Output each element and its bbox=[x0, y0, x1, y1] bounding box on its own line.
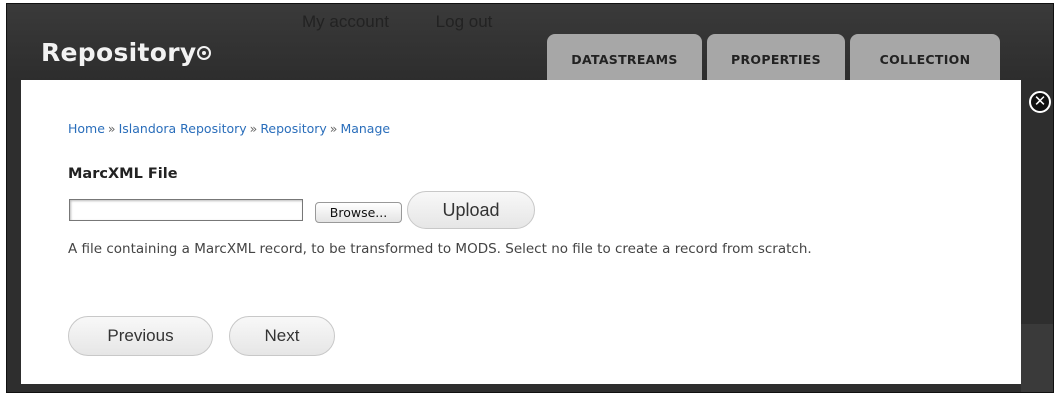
breadcrumb-repository[interactable]: Repository bbox=[260, 121, 326, 136]
field-description: A file containing a MarcXML record, to b… bbox=[68, 241, 812, 257]
site-title[interactable]: Repository bbox=[41, 38, 196, 67]
header-bar: My account Log out Repository DATASTREAM… bbox=[7, 4, 1053, 80]
add-circle-icon[interactable] bbox=[197, 46, 211, 60]
marcxml-file-label: MarcXML File bbox=[68, 166, 178, 182]
user-links: My account Log out bbox=[302, 12, 534, 32]
overlay-frame: My account Log out Repository DATASTREAM… bbox=[6, 3, 1054, 393]
my-account-link[interactable]: My account bbox=[302, 12, 389, 31]
tab-bar: DATASTREAMS PROPERTIES COLLECTION bbox=[547, 34, 1000, 80]
breadcrumb-separator: » bbox=[329, 121, 338, 136]
tab-datastreams[interactable]: DATASTREAMS bbox=[547, 34, 702, 80]
breadcrumb-separator: » bbox=[249, 121, 258, 136]
file-path-input[interactable] bbox=[69, 199, 303, 221]
background-strip bbox=[1021, 324, 1053, 392]
browse-button[interactable]: Browse... bbox=[315, 202, 402, 223]
close-icon[interactable]: ✕ bbox=[1029, 91, 1051, 113]
breadcrumb-manage[interactable]: Manage bbox=[340, 121, 390, 136]
content-panel: Home» Islandora Repository» Repository» Man… bbox=[21, 80, 1021, 384]
breadcrumb-home[interactable]: Home bbox=[68, 121, 105, 136]
breadcrumb-islandora-repository[interactable]: Islandora Repository bbox=[119, 121, 247, 136]
previous-button[interactable]: Previous bbox=[68, 316, 213, 356]
breadcrumb: Home» Islandora Repository» Repository» Man… bbox=[68, 121, 390, 136]
breadcrumb-separator: » bbox=[107, 121, 116, 136]
upload-button[interactable]: Upload bbox=[407, 191, 535, 229]
tab-collection[interactable]: COLLECTION bbox=[850, 34, 1000, 80]
tab-properties[interactable]: PROPERTIES bbox=[707, 34, 845, 80]
log-out-link[interactable]: Log out bbox=[436, 12, 493, 31]
next-button[interactable]: Next bbox=[229, 316, 335, 356]
